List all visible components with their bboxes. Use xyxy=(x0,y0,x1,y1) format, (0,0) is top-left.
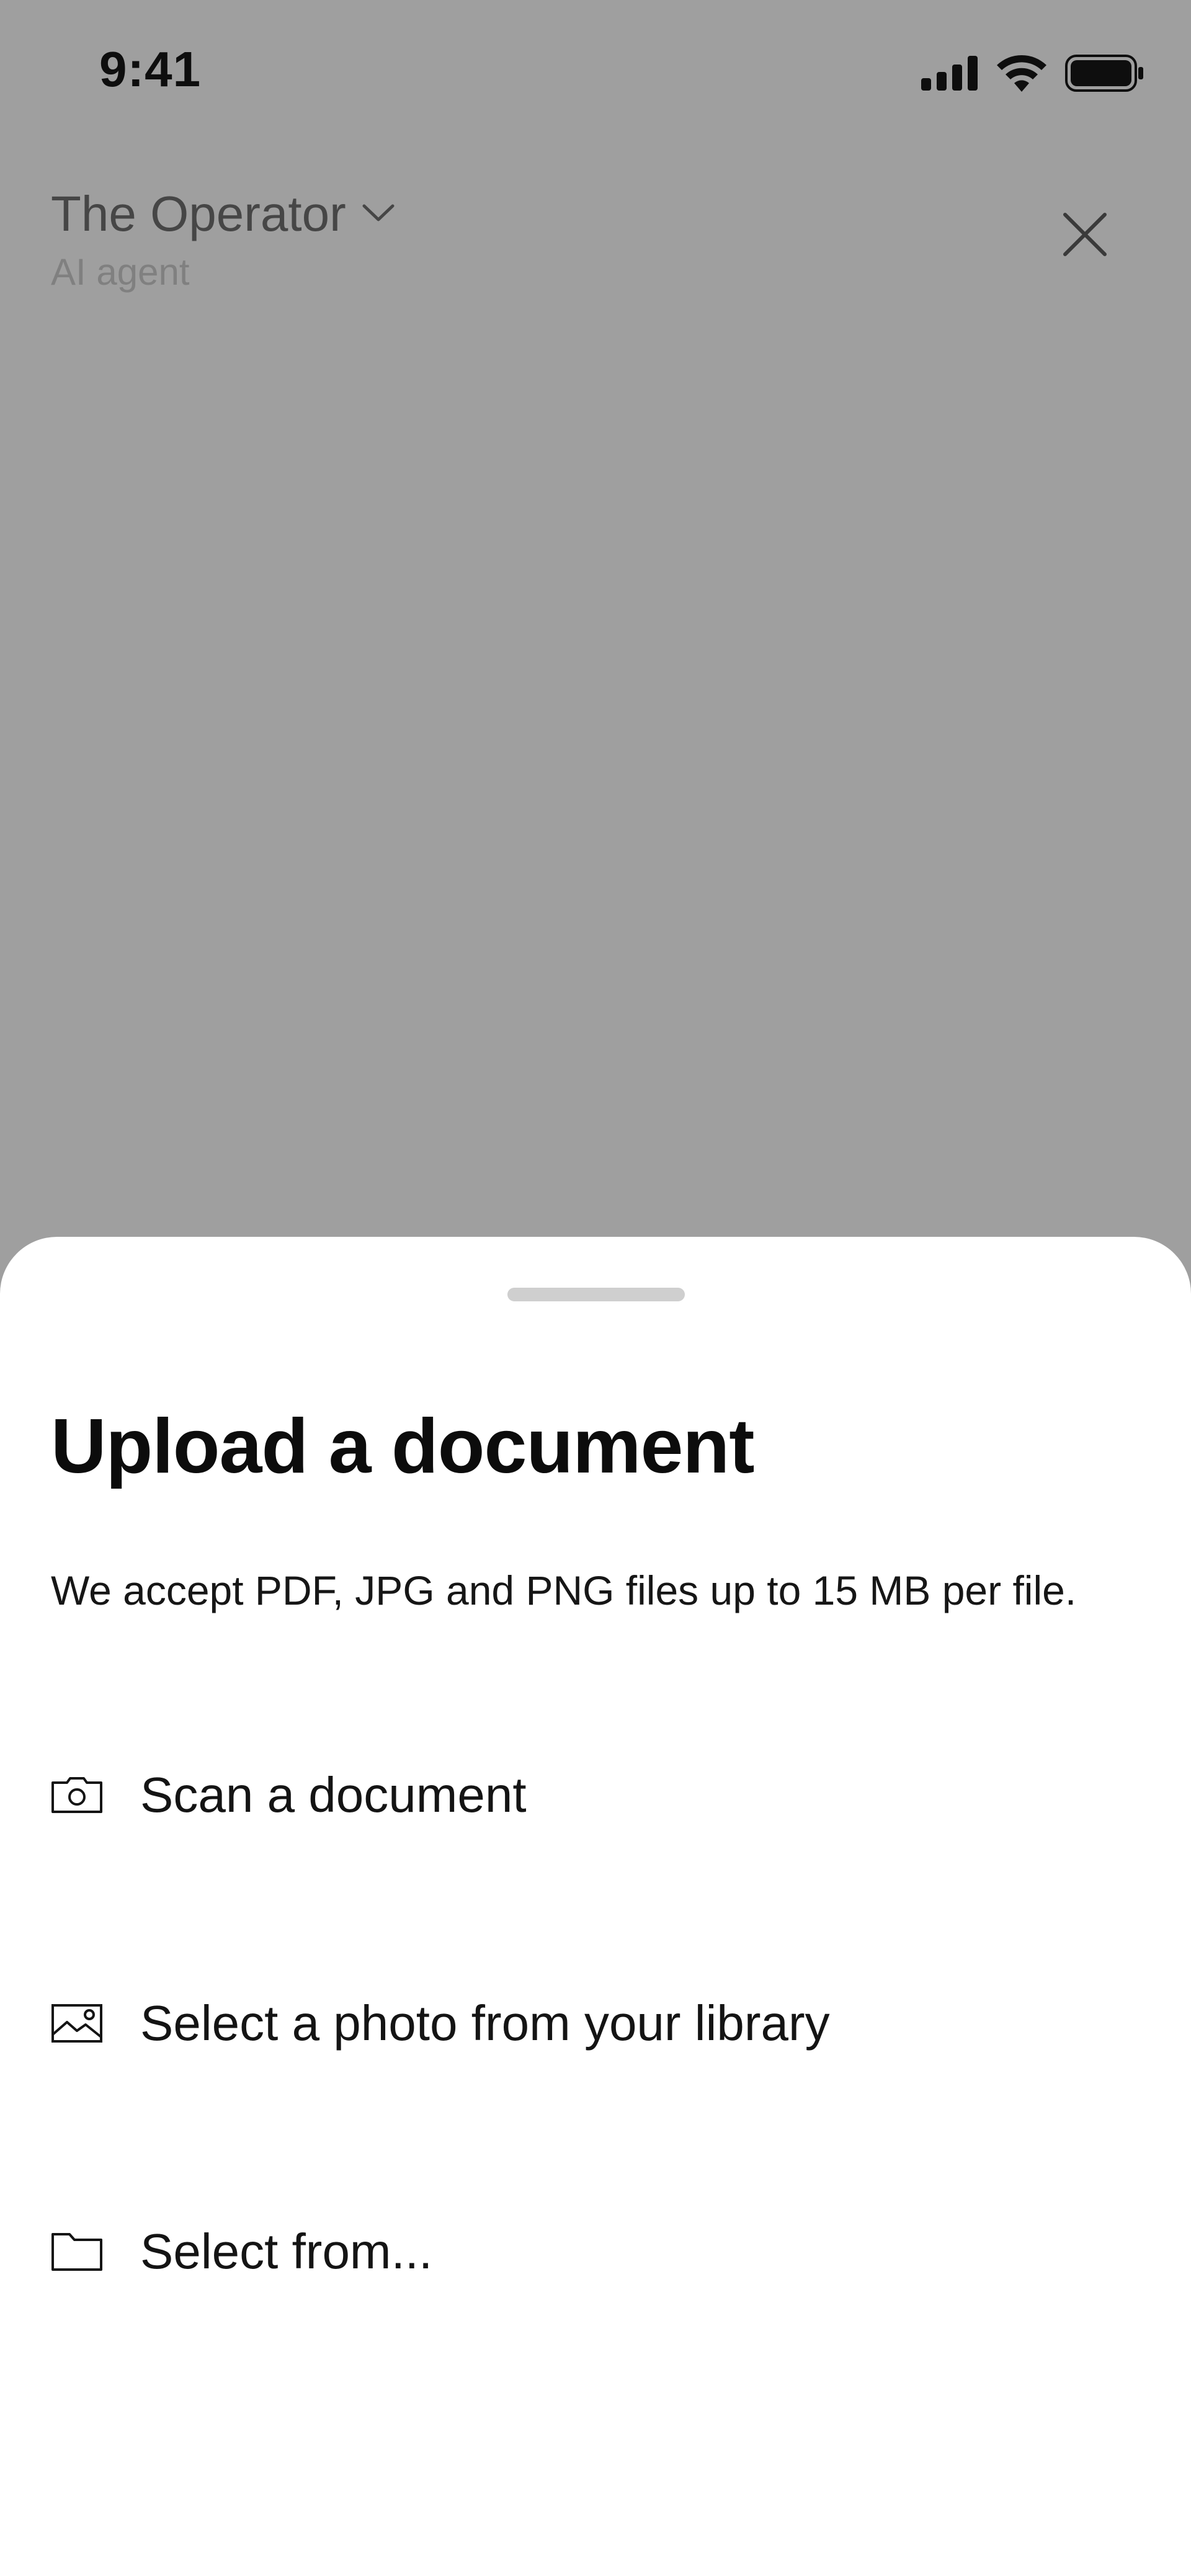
sheet-title: Upload a document xyxy=(51,1404,755,1489)
cellular-signal-icon xyxy=(921,56,978,91)
close-button[interactable] xyxy=(1057,208,1113,264)
status-bar: 9:41 xyxy=(0,0,1191,143)
sheet-grabber-handle[interactable] xyxy=(507,1288,685,1301)
folder-icon xyxy=(51,2226,103,2278)
sheet-description: We accept PDF, JPG and PNG files up to 1… xyxy=(51,1567,1077,1613)
camera-icon xyxy=(51,1769,103,1821)
photo-library-label: Select a photo from your library xyxy=(140,1995,830,2051)
select-from-files-option[interactable]: Select from... xyxy=(51,2190,1140,2314)
scan-document-option[interactable]: Scan a document xyxy=(51,1733,1140,1857)
status-time: 9:41 xyxy=(99,42,202,97)
status-icons xyxy=(921,53,1144,93)
agent-selector[interactable]: The Operator xyxy=(51,180,1143,248)
select-from-label: Select from... xyxy=(140,2224,433,2279)
image-icon xyxy=(51,1997,103,2049)
chevron-down-icon xyxy=(362,203,395,226)
wifi-icon xyxy=(997,55,1046,92)
agent-subtitle: AI agent xyxy=(51,251,190,293)
battery-icon xyxy=(1065,55,1144,92)
scan-document-label: Scan a document xyxy=(140,1767,527,1822)
agent-name: The Operator xyxy=(51,186,346,241)
app-screen: 9:41 The Operator AI agent Upload a docu… xyxy=(0,0,1191,2576)
chat-header: The Operator AI agent xyxy=(51,180,1143,316)
upload-bottom-sheet: Upload a document We accept PDF, JPG and… xyxy=(0,1237,1191,2576)
close-icon xyxy=(1063,212,1107,260)
photo-library-option[interactable]: Select a photo from your library xyxy=(51,1961,1140,2085)
